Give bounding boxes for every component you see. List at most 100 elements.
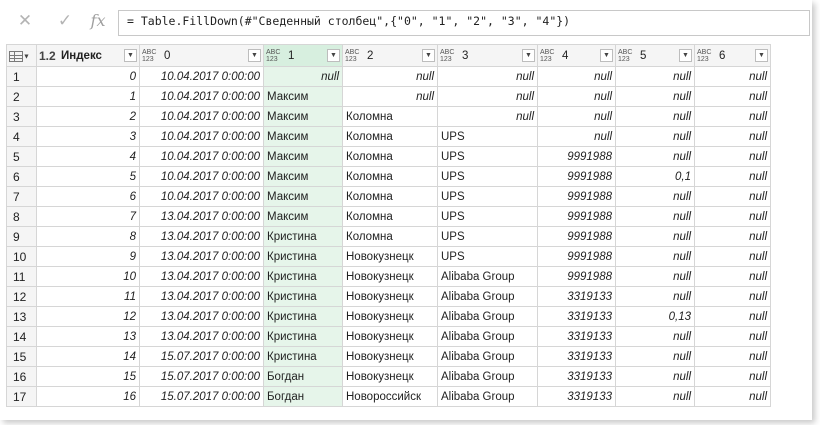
table-row[interactable]: 1 0 10.04.2017 0:00:00 null null null null null…	[6, 66, 771, 87]
cell-col-5[interactable]: null	[615, 366, 695, 387]
confirm-icon[interactable]: ✓	[50, 9, 80, 33]
cell-col-2[interactable]: Коломна	[342, 146, 438, 167]
any-type-icon[interactable]: ABC 123	[345, 49, 365, 63]
table-row[interactable]: 17 16 15.07.2017 0:00:00 Богдан Новороссийск…	[6, 386, 771, 407]
cell-col-0[interactable]: 13.04.2017 0:00:00	[139, 286, 264, 307]
row-number-cell[interactable]: 3	[6, 106, 37, 127]
table-row[interactable]: 13 12 13.04.2017 0:00:00 Кристина Новокузнец…	[6, 306, 771, 327]
cell-col-2[interactable]: Коломна	[342, 166, 438, 187]
cell-col-0[interactable]: 15.07.2017 0:00:00	[139, 366, 264, 387]
cell-col-1[interactable]: Кристина	[263, 306, 343, 327]
cell-col-0[interactable]: 10.04.2017 0:00:00	[139, 146, 264, 167]
cell-col-4[interactable]: null	[537, 126, 616, 147]
table-row[interactable]: 5 4 10.04.2017 0:00:00 Максим Коломна UPS 9991…	[6, 146, 771, 167]
index-cell[interactable]: 10	[36, 266, 140, 287]
cell-col-2[interactable]: null	[342, 66, 438, 87]
cell-col-5[interactable]: null	[615, 106, 695, 127]
column-header-6[interactable]: ABC 123 6 ▼	[694, 44, 771, 67]
cell-col-6[interactable]: null	[694, 66, 771, 87]
cell-col-0[interactable]: 10.04.2017 0:00:00	[139, 106, 264, 127]
cell-col-1[interactable]: Кристина	[263, 346, 343, 367]
any-type-icon[interactable]: ABC 123	[540, 49, 560, 63]
cell-col-3[interactable]: Alibaba Group	[437, 266, 538, 287]
row-number-cell[interactable]: 6	[6, 166, 37, 187]
cell-col-3[interactable]: Alibaba Group	[437, 366, 538, 387]
any-type-icon[interactable]: ABC 123	[142, 49, 162, 63]
cell-col-6[interactable]: null	[694, 186, 771, 207]
table-row[interactable]: 3 2 10.04.2017 0:00:00 Максим Коломна null nul…	[6, 106, 771, 127]
cell-col-3[interactable]: Alibaba Group	[437, 306, 538, 327]
index-cell[interactable]: 8	[36, 226, 140, 247]
row-number-cell[interactable]: 16	[6, 366, 37, 387]
cell-col-5[interactable]: 0,13	[615, 306, 695, 327]
cell-col-4[interactable]: 9991988	[537, 226, 616, 247]
cell-col-5[interactable]: null	[615, 246, 695, 267]
column-header-4[interactable]: ABC 123 4 ▼	[537, 44, 616, 67]
index-cell[interactable]: 15	[36, 366, 140, 387]
row-number-cell[interactable]: 2	[6, 86, 37, 107]
cancel-icon[interactable]: ✕	[10, 9, 40, 33]
index-cell[interactable]: 6	[36, 186, 140, 207]
cell-col-2[interactable]: Новокузнецк	[342, 266, 438, 287]
cell-col-3[interactable]: UPS	[437, 246, 538, 267]
row-number-cell[interactable]: 11	[6, 266, 37, 287]
cell-col-1[interactable]: Максим	[263, 166, 343, 187]
any-type-icon[interactable]: ABC 123	[440, 49, 460, 63]
cell-col-1[interactable]: Максим	[263, 86, 343, 107]
index-cell[interactable]: 9	[36, 246, 140, 267]
row-number-cell[interactable]: 9	[6, 226, 37, 247]
cell-col-3[interactable]: null	[437, 106, 538, 127]
cell-col-2[interactable]: Коломна	[342, 126, 438, 147]
filter-dropdown-icon[interactable]: ▼	[679, 49, 692, 62]
cell-col-4[interactable]: 9991988	[537, 166, 616, 187]
cell-col-4[interactable]: 9991988	[537, 266, 616, 287]
cell-col-5[interactable]: null	[615, 66, 695, 87]
formula-input[interactable]: = Table.FillDown(#"Сведенный столбец",{"…	[118, 10, 810, 36]
cell-col-6[interactable]: null	[694, 366, 771, 387]
cell-col-1[interactable]: Кристина	[263, 326, 343, 347]
column-header-2[interactable]: ABC 123 2 ▼	[342, 44, 438, 67]
index-cell[interactable]: 1	[36, 86, 140, 107]
cell-col-4[interactable]: null	[537, 86, 616, 107]
cell-col-2[interactable]: Коломна	[342, 186, 438, 207]
cell-col-3[interactable]: UPS	[437, 206, 538, 227]
cell-col-5[interactable]: null	[615, 86, 695, 107]
index-cell[interactable]: 12	[36, 306, 140, 327]
column-header-0[interactable]: ABC 123 0 ▼	[139, 44, 264, 67]
cell-col-6[interactable]: null	[694, 246, 771, 267]
cell-col-1[interactable]: Максим	[263, 206, 343, 227]
cell-col-6[interactable]: null	[694, 226, 771, 247]
cell-col-0[interactable]: 13.04.2017 0:00:00	[139, 206, 264, 227]
cell-col-4[interactable]: 3319133	[537, 386, 616, 407]
cell-col-0[interactable]: 13.04.2017 0:00:00	[139, 226, 264, 247]
cell-col-6[interactable]: null	[694, 266, 771, 287]
column-header-index[interactable]: 1.2 Индекс ▼	[36, 44, 140, 67]
index-cell[interactable]: 16	[36, 386, 140, 407]
cell-col-6[interactable]: null	[694, 86, 771, 107]
cell-col-2[interactable]: null	[342, 86, 438, 107]
cell-col-5[interactable]: null	[615, 146, 695, 167]
cell-col-0[interactable]: 10.04.2017 0:00:00	[139, 86, 264, 107]
index-cell[interactable]: 3	[36, 126, 140, 147]
index-cell[interactable]: 13	[36, 326, 140, 347]
row-number-cell[interactable]: 12	[6, 286, 37, 307]
cell-col-0[interactable]: 13.04.2017 0:00:00	[139, 306, 264, 327]
table-row[interactable]: 10 9 13.04.2017 0:00:00 Кристина Новокузнецк…	[6, 246, 771, 267]
cell-col-5[interactable]: null	[615, 206, 695, 227]
cell-col-1[interactable]: Максим	[263, 126, 343, 147]
cell-col-1[interactable]: Богдан	[263, 366, 343, 387]
cell-col-4[interactable]: 3319133	[537, 326, 616, 347]
table-row[interactable]: 12 11 13.04.2017 0:00:00 Кристина Новокузнец…	[6, 286, 771, 307]
any-type-icon[interactable]: ABC 123	[697, 49, 717, 63]
filter-dropdown-icon[interactable]: ▼	[248, 49, 261, 62]
cell-col-6[interactable]: null	[694, 346, 771, 367]
filter-dropdown-icon[interactable]: ▼	[327, 49, 340, 62]
cell-col-6[interactable]: null	[694, 286, 771, 307]
row-number-cell[interactable]: 4	[6, 126, 37, 147]
cell-col-2[interactable]: Новокузнецк	[342, 346, 438, 367]
cell-col-5[interactable]: null	[615, 266, 695, 287]
any-type-icon[interactable]: ABC 123	[618, 49, 638, 63]
cell-col-2[interactable]: Коломна	[342, 206, 438, 227]
cell-col-2[interactable]: Коломна	[342, 226, 438, 247]
filter-dropdown-icon[interactable]: ▼	[422, 49, 435, 62]
